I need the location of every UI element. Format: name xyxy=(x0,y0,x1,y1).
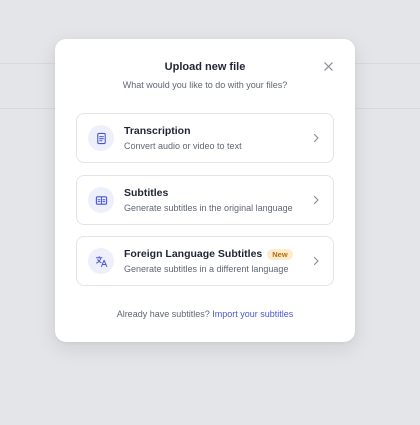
chevron-right-icon xyxy=(312,256,320,266)
option-transcription[interactable]: Transcription Convert audio or video to … xyxy=(76,113,334,163)
chevron-right-icon xyxy=(312,133,320,143)
new-badge: New xyxy=(267,248,293,260)
subtitles-icon xyxy=(88,187,114,213)
translate-icon xyxy=(88,248,114,274)
footer-text: Already have subtitles? xyxy=(116,309,210,319)
option-description: Generate subtitles in a different langua… xyxy=(124,264,289,274)
modal-title: Upload new file xyxy=(164,61,246,73)
chevron-right-icon xyxy=(312,195,320,205)
option-description: Generate subtitles in the original langu… xyxy=(124,203,293,213)
option-subtitles[interactable]: Subtitles Generate subtitles in the orig… xyxy=(76,175,334,225)
option-title-text: Foreign Language Subtitles xyxy=(124,248,263,260)
upload-modal: Upload new file What would you like to d… xyxy=(55,39,355,342)
option-description: Convert audio or video to text xyxy=(124,141,242,151)
option-title: Foreign Language Subtitles New xyxy=(124,248,293,260)
option-title: Transcription xyxy=(124,125,191,137)
import-subtitles-link[interactable]: Import your subtitles xyxy=(212,309,293,319)
modal-footer: Already have subtitles? Import your subt… xyxy=(55,309,355,319)
modal-subtitle: What would you like to do with your file… xyxy=(122,80,288,90)
option-title: Subtitles xyxy=(124,187,168,199)
option-foreign-language-subtitles[interactable]: Foreign Language Subtitles New Generate … xyxy=(76,236,334,286)
option-title-text: Subtitles xyxy=(124,187,169,199)
document-icon xyxy=(88,125,114,151)
option-title-text: Transcription xyxy=(124,125,191,137)
